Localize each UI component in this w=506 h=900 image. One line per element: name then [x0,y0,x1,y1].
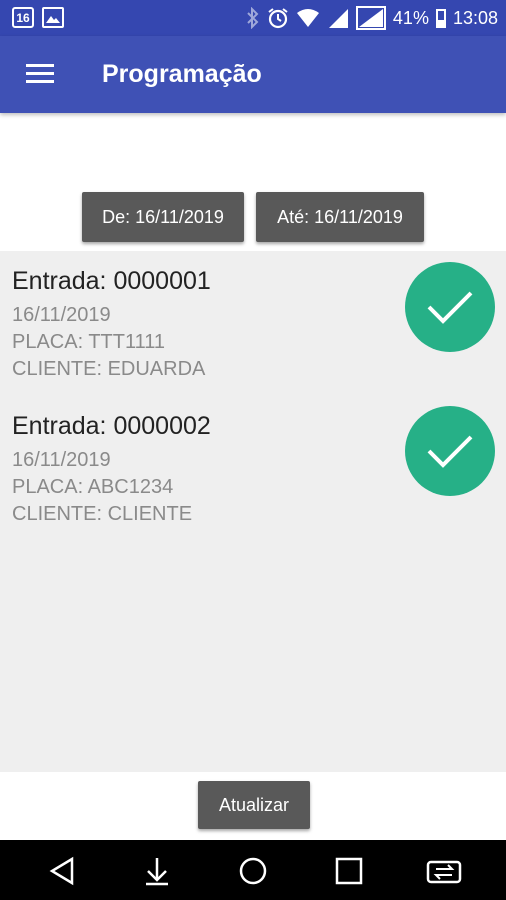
navigation-bar [0,840,506,900]
entry-date: 16/11/2019 [12,449,111,471]
calendar-date: 16 [16,10,30,25]
switch-app-icon[interactable] [426,856,462,886]
calendar-icon: 16 [12,7,34,28]
recents-icon[interactable] [334,856,364,886]
entry-client: CLIENTE: CLIENTE [12,503,193,525]
entry-plate: PLACA: TTT1111 [12,331,166,353]
signal-icon [328,9,348,28]
image-icon [42,7,64,28]
clock: 13:08 [452,7,498,28]
signal-4g-icon [355,6,386,30]
entry-title: Entrada: 0000001 [12,267,211,295]
entry-plate: PLACA: ABC1234 [12,476,174,498]
check-icon[interactable] [405,406,495,496]
entry-date: 16/11/2019 [12,304,111,326]
entry-title: Entrada: 0000002 [12,412,211,440]
status-right-icons: 41% 13:08 [246,6,498,30]
hamburger-menu-icon[interactable] [26,64,54,84]
status-bar: 16 41% 13:08 [0,0,506,36]
battery-percent: 41% [392,7,429,28]
bluetooth-icon [247,7,259,29]
check-icon[interactable] [405,262,495,352]
date-to-button[interactable]: Até: 16/11/2019 [256,192,424,242]
back-icon[interactable] [48,856,78,886]
entry-client: CLIENTE: EDUARDA [12,358,206,380]
list-item[interactable]: Entrada: 0000001 16/11/2019 PLACA: TTT11… [0,251,506,391]
entries-list: Entrada: 0000001 16/11/2019 PLACA: TTT11… [0,251,506,772]
download-icon[interactable] [142,856,172,886]
refresh-button[interactable]: Atualizar [198,781,310,829]
date-from-button[interactable]: De: 16/11/2019 [82,192,244,242]
status-left-icons: 16 [12,7,64,28]
app-bar: Programação [0,36,506,113]
alarm-icon [268,8,288,29]
battery-icon [435,8,446,28]
list-item[interactable]: Entrada: 0000002 16/11/2019 PLACA: ABC12… [0,396,506,536]
wifi-icon [296,9,319,27]
home-icon[interactable] [238,856,268,886]
page-title: Programação [102,60,262,88]
